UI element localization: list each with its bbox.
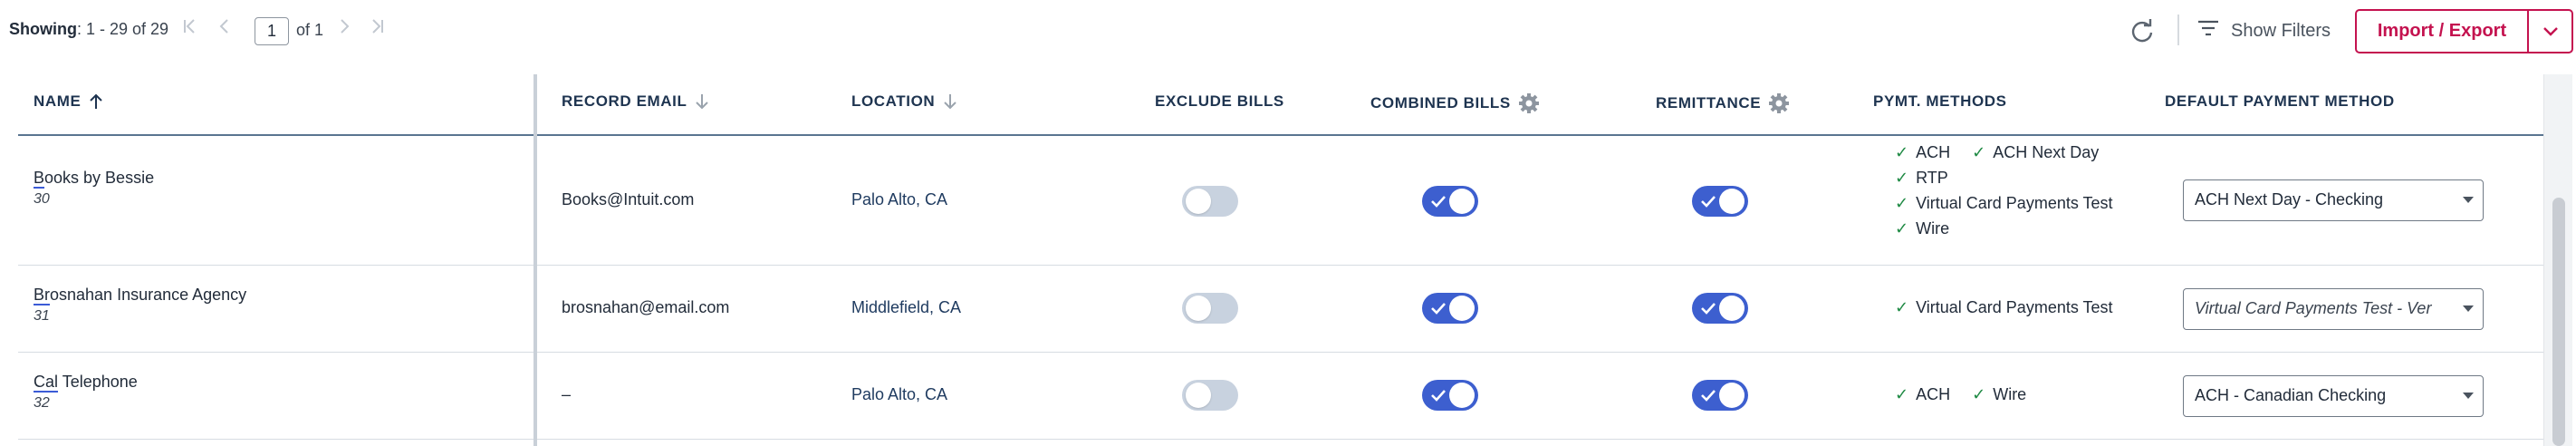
default-payment-method-select[interactable]: ACH - Canadian Checking xyxy=(2183,375,2484,417)
payment-method-item: ✓ Wire xyxy=(1972,385,2027,403)
column-header-record-email[interactable]: RECORD EMAIL xyxy=(562,92,710,111)
frozen-column-divider[interactable] xyxy=(533,74,537,446)
table-header: NAME RECORD EMAIL LOCATION EXCLUDE BILLS… xyxy=(18,74,2543,136)
vendor-name-cell[interactable]: Brosnahan Insurance Agency 31 xyxy=(34,286,246,325)
import-export-dropdown-button[interactable] xyxy=(2529,11,2571,52)
payment-method-item: ✓ Virtual Card Payments Test xyxy=(1895,194,2113,212)
table-row[interactable]: Books by Bessie 30 Books@Intuit.com Palo… xyxy=(18,136,2543,266)
table-row[interactable]: Brosnahan Insurance Agency 31 brosnahan@… xyxy=(18,266,2543,353)
default-payment-method-select[interactable]: ACH Next Day - Checking xyxy=(2183,179,2484,221)
default-payment-method-select[interactable]: Virtual Card Payments Test - Ver xyxy=(2183,288,2484,330)
vendors-table: NAME RECORD EMAIL LOCATION EXCLUDE BILLS… xyxy=(0,74,2543,446)
checkmark-icon: ✓ xyxy=(1895,298,1909,316)
last-page-icon[interactable] xyxy=(364,16,389,44)
location: Palo Alto, CA xyxy=(851,385,948,403)
vendor-name-cell[interactable]: Books by Bessie 30 xyxy=(34,169,154,208)
combined-bills-toggle[interactable] xyxy=(1422,293,1478,324)
remittance-toggle[interactable] xyxy=(1692,380,1748,411)
checkmark-icon: ✓ xyxy=(1895,385,1909,403)
dropdown-caret-icon xyxy=(2463,305,2474,312)
column-header-name[interactable]: NAME xyxy=(34,92,104,111)
vertical-scrollbar[interactable] xyxy=(2543,74,2572,446)
import-export-button[interactable]: Import / Export xyxy=(2357,11,2527,52)
vendor-name[interactable]: Cal Telephone xyxy=(34,373,138,392)
record-email: Books@Intuit.com xyxy=(562,190,695,208)
dropdown-caret-icon xyxy=(2463,197,2474,203)
remittance-toggle[interactable] xyxy=(1692,186,1748,217)
next-page-icon[interactable] xyxy=(332,16,357,44)
checkmark-icon: ✓ xyxy=(1895,219,1909,238)
payment-method-item: ✓ ACH xyxy=(1895,385,1951,403)
payment-methods-line: ✓ Virtual Card Payments Test xyxy=(1895,194,2113,213)
column-header-location[interactable]: LOCATION xyxy=(851,92,958,111)
record-email: brosnahan@email.com xyxy=(562,298,730,316)
payment-method-item: ✓ Wire xyxy=(1895,219,1950,238)
payment-methods-line: ✓ Wire xyxy=(1895,219,1949,238)
exclude-bills-toggle[interactable] xyxy=(1182,293,1238,324)
toolbar-divider xyxy=(2177,15,2179,45)
combined-bills-toggle[interactable] xyxy=(1422,186,1478,217)
payment-method-item: ✓ ACH xyxy=(1895,143,1951,161)
checkmark-icon: ✓ xyxy=(1895,194,1909,212)
checkmark-icon: ✓ xyxy=(1972,385,1986,403)
scrollbar-thumb[interactable] xyxy=(2552,198,2565,446)
vendor-name[interactable]: Books by Bessie xyxy=(34,169,154,188)
payment-method-item: ✓ ACH Next Day xyxy=(1972,143,2100,161)
payment-methods-line: ✓ Virtual Card Payments Test xyxy=(1895,298,2113,317)
table-row[interactable]: Cal Telephone 32 – Palo Alto, CA ✓ ACH ✓ W… xyxy=(18,353,2543,440)
column-header-combined-bills: COMBINED BILLS xyxy=(1370,92,1540,114)
remittance-toggle[interactable] xyxy=(1692,293,1748,324)
location: Palo Alto, CA xyxy=(851,190,948,208)
dropdown-caret-icon xyxy=(2463,393,2474,399)
combined-bills-toggle[interactable] xyxy=(1422,380,1478,411)
gear-icon[interactable] xyxy=(1518,92,1540,114)
arrow-down-icon xyxy=(696,94,709,110)
vendor-id: 32 xyxy=(34,395,50,411)
showing-label: Showing: 1 - 29 of 29 xyxy=(9,20,169,38)
column-header-default-payment-method: DEFAULT PAYMENT METHOD xyxy=(2165,92,2395,110)
page-number-input[interactable]: 1 xyxy=(255,17,289,45)
vendor-id: 31 xyxy=(34,308,50,324)
refresh-icon[interactable] xyxy=(2127,15,2158,46)
checkmark-icon: ✓ xyxy=(1972,143,1986,161)
payment-methods-line: ✓ RTP xyxy=(1895,169,1948,188)
vendor-name-cell[interactable]: Cal Telephone 32 xyxy=(34,373,138,412)
page-count-label: of 1 xyxy=(296,21,324,39)
arrow-down-icon xyxy=(944,94,957,110)
show-filters-button[interactable]: Show Filters xyxy=(2196,15,2331,46)
import-export-button-group: Import / Export xyxy=(2355,9,2573,53)
location: Middlefield, CA xyxy=(851,298,962,316)
gear-icon[interactable] xyxy=(1768,92,1790,114)
payment-method-item: ✓ Virtual Card Payments Test xyxy=(1895,298,2113,316)
record-email: – xyxy=(562,385,572,403)
table-toolbar: Showing: 1 - 29 of 29 1 of 1 Show Filter… xyxy=(0,0,2576,62)
column-header-exclude-bills: EXCLUDE BILLS xyxy=(1155,92,1284,110)
filter-icon xyxy=(2196,18,2220,44)
payment-methods-line: ✓ ACH ✓ Wire xyxy=(1895,385,2026,404)
exclude-bills-toggle[interactable] xyxy=(1182,380,1238,411)
prev-page-icon[interactable] xyxy=(212,16,237,44)
checkmark-icon: ✓ xyxy=(1895,143,1909,161)
column-header-pymt-methods: PYMT. METHODS xyxy=(1873,92,2007,110)
exclude-bills-toggle[interactable] xyxy=(1182,186,1238,217)
first-page-icon[interactable] xyxy=(178,16,203,44)
payment-methods-line: ✓ ACH ✓ ACH Next Day xyxy=(1895,143,2099,162)
column-header-remittance: REMITTANCE xyxy=(1656,92,1790,114)
show-filters-label: Show Filters xyxy=(2231,20,2331,41)
vendor-id: 30 xyxy=(34,191,50,207)
arrow-up-icon xyxy=(90,93,103,109)
payment-method-item: ✓ RTP xyxy=(1895,169,1948,187)
chevron-down-icon xyxy=(2542,26,2558,36)
vendor-name[interactable]: Brosnahan Insurance Agency xyxy=(34,286,246,305)
checkmark-icon: ✓ xyxy=(1895,169,1909,187)
